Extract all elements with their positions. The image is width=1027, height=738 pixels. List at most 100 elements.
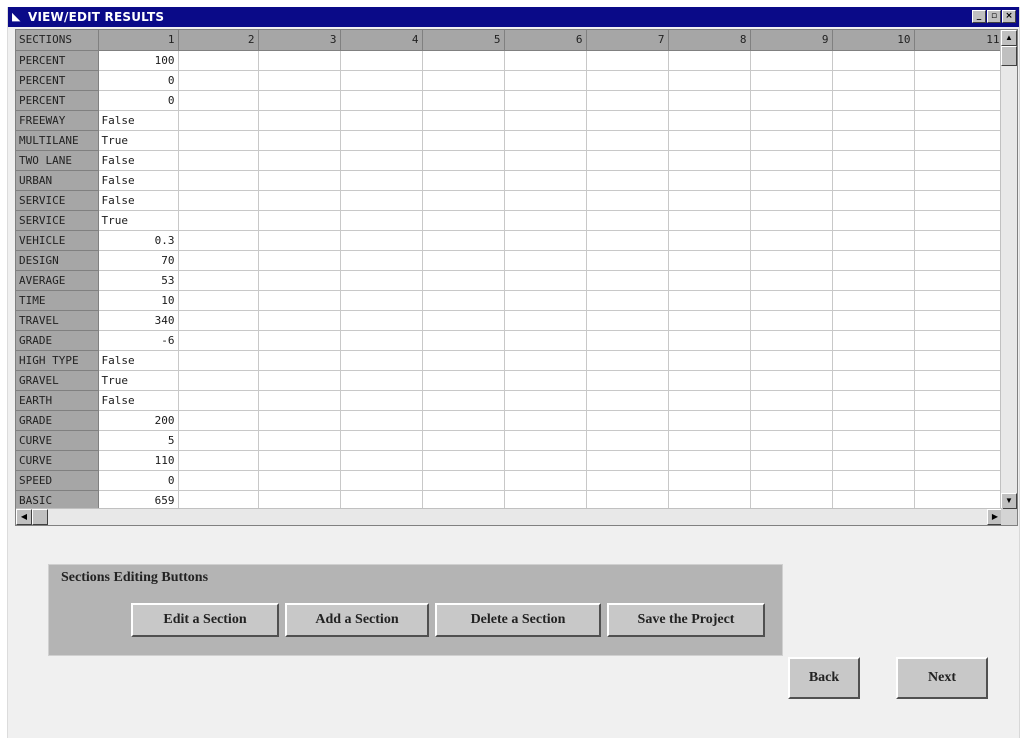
grid-cell[interactable] xyxy=(422,370,505,391)
arrow-up-icon[interactable]: ▲ xyxy=(1001,30,1017,46)
grid-cell[interactable] xyxy=(668,470,751,491)
grid-cell[interactable] xyxy=(832,430,915,451)
grid-cell[interactable] xyxy=(832,130,915,151)
grid-cell[interactable] xyxy=(258,330,341,351)
grid-cell[interactable]: 0 xyxy=(98,90,179,111)
grid-cell[interactable] xyxy=(750,150,833,171)
grid-cell[interactable] xyxy=(750,430,833,451)
grid-cell[interactable] xyxy=(668,290,751,311)
row-header[interactable]: PERCENT xyxy=(16,50,99,71)
row-header[interactable]: AVERAGE xyxy=(16,270,99,291)
grid-cell[interactable]: 0.3 xyxy=(98,230,179,251)
grid-cell[interactable] xyxy=(422,490,505,511)
grid-cell[interactable] xyxy=(668,410,751,431)
row-header[interactable]: GRAVEL xyxy=(16,370,99,391)
row-header[interactable]: CURVE xyxy=(16,430,99,451)
grid-cell[interactable] xyxy=(832,250,915,271)
grid-cell[interactable] xyxy=(750,270,833,291)
grid-cell[interactable] xyxy=(832,230,915,251)
row-header[interactable]: SPEED xyxy=(16,470,99,491)
grid-cell[interactable] xyxy=(914,410,1004,431)
grid-cell[interactable] xyxy=(178,350,259,371)
grid-cell[interactable] xyxy=(178,270,259,291)
grid-cell[interactable] xyxy=(750,130,833,151)
grid-cell[interactable]: True xyxy=(98,130,179,151)
grid-cell[interactable] xyxy=(750,390,833,411)
row-header[interactable]: HIGH TYPE xyxy=(16,350,99,371)
grid-cell[interactable] xyxy=(340,350,423,371)
grid-cell[interactable]: 5 xyxy=(98,430,179,451)
grid-cell[interactable] xyxy=(178,130,259,151)
row-header[interactable]: PERCENT xyxy=(16,90,99,111)
grid-cell[interactable] xyxy=(178,150,259,171)
grid-cell[interactable] xyxy=(750,170,833,191)
corner-header[interactable]: SECTIONS xyxy=(16,30,99,51)
grid-cell[interactable] xyxy=(586,330,669,351)
grid-cell[interactable] xyxy=(668,390,751,411)
grid-cell[interactable] xyxy=(504,310,587,331)
grid-cell[interactable] xyxy=(668,50,751,71)
grid-cell[interactable] xyxy=(668,110,751,131)
next-button[interactable]: Next xyxy=(896,657,988,699)
grid-cell[interactable] xyxy=(750,90,833,111)
grid-cell[interactable] xyxy=(668,430,751,451)
grid-cell[interactable] xyxy=(178,230,259,251)
grid-cell[interactable] xyxy=(914,470,1004,491)
grid-cell[interactable] xyxy=(914,490,1004,511)
column-header[interactable]: 1 xyxy=(98,30,179,51)
vertical-scrollbar[interactable]: ▲ ▼ xyxy=(1000,30,1017,509)
grid-cell[interactable] xyxy=(178,170,259,191)
grid-cell[interactable] xyxy=(914,350,1004,371)
grid-cell[interactable] xyxy=(832,110,915,131)
grid-cell[interactable] xyxy=(504,290,587,311)
grid-cell[interactable] xyxy=(832,410,915,431)
column-header[interactable]: 10 xyxy=(832,30,915,51)
grid-cell[interactable] xyxy=(340,250,423,271)
row-header[interactable]: SERVICE xyxy=(16,190,99,211)
grid-cell[interactable] xyxy=(258,470,341,491)
save-project-button[interactable]: Save the Project xyxy=(607,603,765,637)
grid-cell[interactable] xyxy=(422,210,505,231)
grid-cell[interactable] xyxy=(586,490,669,511)
grid-cell[interactable] xyxy=(586,310,669,331)
grid-cell[interactable] xyxy=(258,170,341,191)
grid-cell[interactable] xyxy=(258,210,341,231)
grid-cell[interactable] xyxy=(504,410,587,431)
grid-cell[interactable] xyxy=(178,50,259,71)
grid-cell[interactable] xyxy=(586,50,669,71)
grid-cell[interactable] xyxy=(750,350,833,371)
grid-cell[interactable] xyxy=(914,310,1004,331)
grid-cell[interactable] xyxy=(668,450,751,471)
column-header[interactable]: 8 xyxy=(668,30,751,51)
grid-cell[interactable] xyxy=(914,430,1004,451)
grid-cell[interactable] xyxy=(832,350,915,371)
grid-cell[interactable] xyxy=(750,190,833,211)
row-header[interactable]: PERCENT xyxy=(16,70,99,91)
column-header[interactable]: 11 xyxy=(914,30,1004,51)
grid-cell[interactable] xyxy=(340,130,423,151)
row-header[interactable]: DESIGN xyxy=(16,250,99,271)
grid-cell[interactable]: 100 xyxy=(98,50,179,71)
grid-cell[interactable] xyxy=(422,410,505,431)
grid-cell[interactable] xyxy=(504,190,587,211)
grid-cell[interactable] xyxy=(340,150,423,171)
edit-section-button[interactable]: Edit a Section xyxy=(131,603,279,637)
grid-cell[interactable] xyxy=(586,70,669,91)
grid-cell[interactable] xyxy=(914,450,1004,471)
grid-cell[interactable] xyxy=(340,210,423,231)
grid-cell[interactable] xyxy=(178,490,259,511)
grid-cell[interactable] xyxy=(504,110,587,131)
grid-cell[interactable] xyxy=(258,370,341,391)
grid-cell[interactable] xyxy=(504,450,587,471)
row-header[interactable]: TRAVEL xyxy=(16,310,99,331)
grid-cell[interactable] xyxy=(914,110,1004,131)
row-header[interactable]: MULTILANE xyxy=(16,130,99,151)
grid-cell[interactable] xyxy=(504,170,587,191)
grid-cell[interactable] xyxy=(832,150,915,171)
grid-cell[interactable] xyxy=(340,190,423,211)
grid-cell[interactable] xyxy=(178,90,259,111)
grid-cell[interactable] xyxy=(914,330,1004,351)
grid-cell[interactable] xyxy=(178,470,259,491)
grid-cell[interactable] xyxy=(340,330,423,351)
grid-cell[interactable] xyxy=(422,170,505,191)
